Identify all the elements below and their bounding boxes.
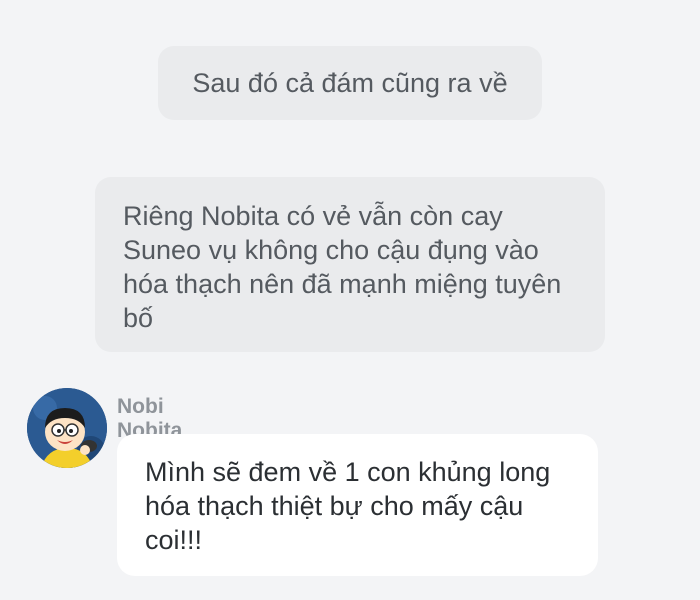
nobita-avatar-icon [27,388,107,468]
message-text: Mình sẽ đem về 1 con khủng long hóa thạc… [145,457,551,555]
narration-bubble: Riêng Nobita có vẻ vẫn còn cay Suneo vụ … [95,177,605,352]
message-bubble[interactable]: Mình sẽ đem về 1 con khủng long hóa thạc… [117,434,598,576]
narration-text: Sau đó cả đám cũng ra về [192,68,508,98]
narration-bubble: Sau đó cả đám cũng ra về [158,46,542,120]
narration-text: Riêng Nobita có vẻ vẫn còn cay Suneo vụ … [123,201,562,333]
avatar[interactable] [27,388,107,468]
